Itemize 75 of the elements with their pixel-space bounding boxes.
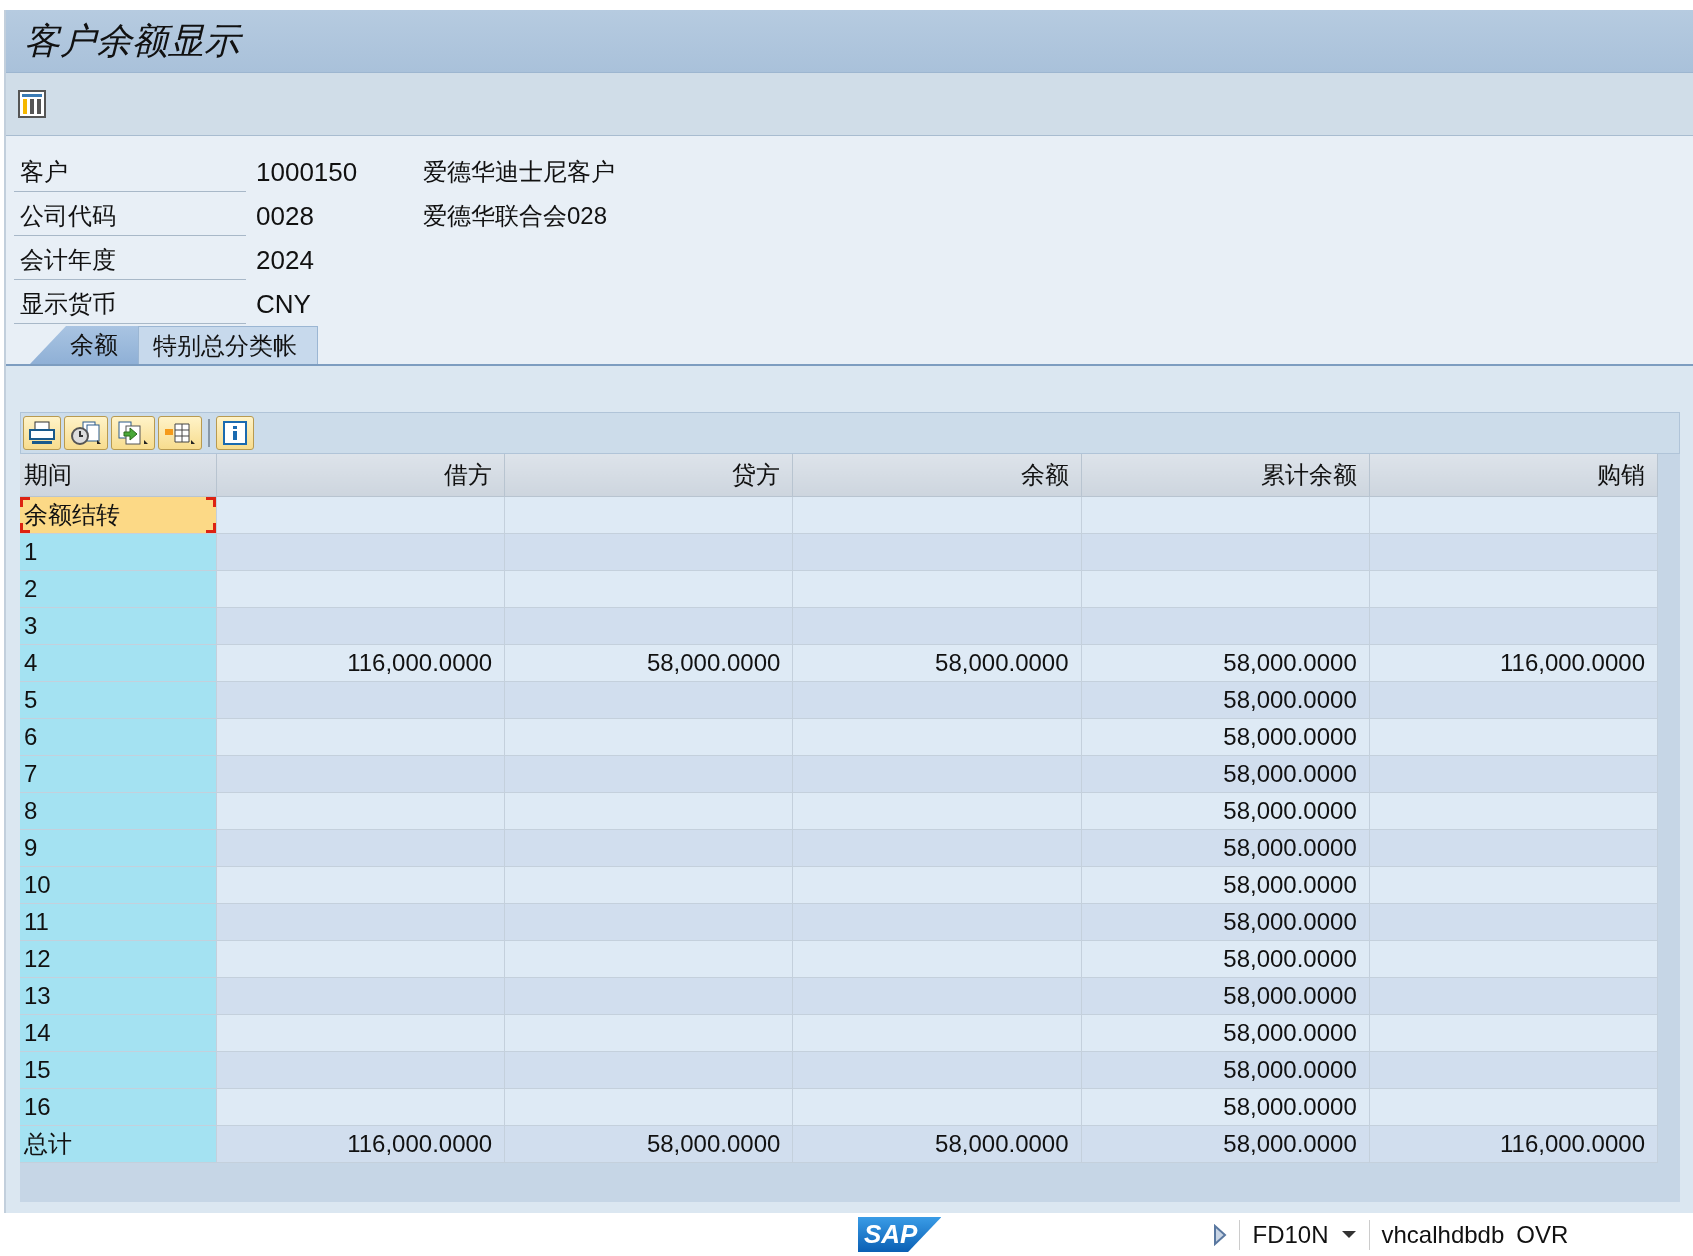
- layout-button[interactable]: [158, 416, 202, 450]
- export-button[interactable]: [111, 416, 155, 450]
- period-cell[interactable]: 1: [20, 533, 217, 571]
- print-button[interactable]: [23, 416, 61, 450]
- period-cell[interactable]: 9: [20, 829, 217, 867]
- field-value: CNY: [255, 288, 312, 320]
- field-label: 客户: [14, 152, 246, 192]
- column-header[interactable]: 累计余额: [1081, 454, 1370, 497]
- period-cell[interactable]: 13: [20, 977, 217, 1015]
- amount-cell: 58,000.0000: [1223, 723, 1357, 750]
- period-cell[interactable]: 10: [20, 866, 217, 904]
- period-cell[interactable]: 15: [20, 1051, 217, 1089]
- amount-cell: 116,000.0000: [1499, 649, 1645, 676]
- info-button[interactable]: [216, 416, 254, 450]
- play-icon[interactable]: [1213, 1223, 1228, 1246]
- amount-cell: 58,000.0000: [1223, 686, 1357, 713]
- amount-cell: 58,000.0000: [1223, 908, 1357, 935]
- field-value: 2024: [255, 244, 315, 276]
- period-cell[interactable]: 6: [20, 718, 217, 756]
- server-name: vhcalhdbdb: [1381, 1220, 1505, 1249]
- period-cell[interactable]: 5: [20, 681, 217, 719]
- column-header[interactable]: 贷方: [504, 454, 793, 497]
- input-mode: OVR: [1516, 1220, 1569, 1249]
- caret-icon[interactable]: [1340, 1229, 1357, 1240]
- details-button[interactable]: [64, 416, 108, 450]
- field-value: 0028: [255, 200, 315, 232]
- export-icon: [116, 420, 150, 446]
- amount-cell: 58,000.0000: [1223, 1056, 1357, 1083]
- amount-cell: 58,000.0000: [1223, 982, 1357, 1009]
- sap-logo: SAP: [858, 1217, 942, 1252]
- amount-cell: 58,000.0000: [646, 1130, 781, 1157]
- amount-cell: 58,000.0000: [1223, 871, 1357, 898]
- amount-cell: 58,000.0000: [1223, 760, 1357, 787]
- period-cell[interactable]: 余额结转: [20, 496, 217, 534]
- period-cell[interactable]: 4: [20, 644, 217, 682]
- period-cell[interactable]: 总计: [20, 1125, 217, 1163]
- transaction-code: FD10N: [1252, 1220, 1329, 1249]
- amount-cell: 58,000.0000: [935, 1130, 1069, 1157]
- field-label: 显示货币: [14, 284, 246, 324]
- amount-cell: 58,000.0000: [1223, 945, 1357, 972]
- amount-cell: 58,000.0000: [935, 649, 1069, 676]
- amount-cell: 58,000.0000: [1223, 649, 1357, 676]
- field-description: 爱德华联合会028: [423, 201, 608, 231]
- printer-icon: [28, 420, 56, 446]
- period-cell[interactable]: 2: [20, 570, 217, 608]
- period-cell[interactable]: 8: [20, 792, 217, 830]
- info-icon: [221, 420, 249, 446]
- column-header[interactable]: 余额: [792, 454, 1082, 497]
- layout-icon[interactable]: [18, 90, 46, 118]
- column-header[interactable]: 期间: [20, 454, 217, 497]
- amount-cell: 58,000.0000: [646, 649, 781, 676]
- period-cell[interactable]: 14: [20, 1014, 217, 1052]
- period-cell[interactable]: 11: [20, 903, 217, 941]
- amount-cell: 58,000.0000: [1223, 1130, 1357, 1157]
- grid-icon: [163, 420, 197, 446]
- field-value: 1000150: [255, 156, 359, 188]
- amount-cell: 58,000.0000: [1223, 834, 1357, 861]
- amount-cell: 58,000.0000: [1223, 797, 1357, 824]
- column-header[interactable]: 借方: [216, 454, 505, 497]
- period-cell[interactable]: 12: [20, 940, 217, 978]
- amount-cell: 116,000.0000: [347, 649, 493, 676]
- field-description: 爱德华迪士尼客户: [423, 157, 615, 187]
- column-header[interactable]: 购销: [1369, 454, 1658, 497]
- amount-cell: 116,000.0000: [347, 1130, 493, 1157]
- amount-cell: 58,000.0000: [1223, 1093, 1357, 1120]
- field-label: 公司代码: [14, 196, 246, 236]
- tab[interactable]: 特别总分类帐: [138, 326, 318, 364]
- amount-cell: 116,000.0000: [1499, 1130, 1645, 1157]
- field-label: 会计年度: [14, 240, 246, 280]
- period-cell[interactable]: 16: [20, 1088, 217, 1126]
- tab[interactable]: 余额: [30, 326, 138, 364]
- period-cell[interactable]: 7: [20, 755, 217, 793]
- amount-cell: 58,000.0000: [1223, 1019, 1357, 1046]
- period-cell[interactable]: 3: [20, 607, 217, 645]
- document-clock-icon: [69, 420, 103, 446]
